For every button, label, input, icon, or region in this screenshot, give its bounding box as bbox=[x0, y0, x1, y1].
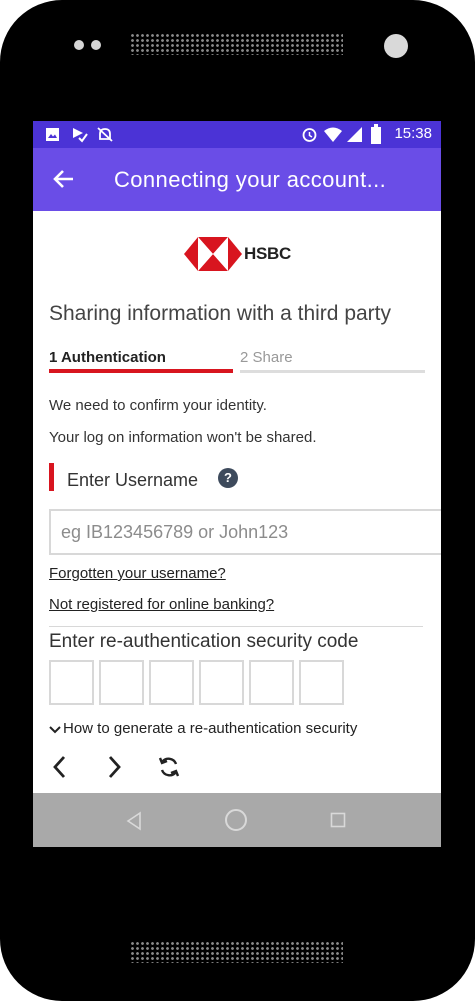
android-nav-bar bbox=[33, 793, 441, 847]
back-triangle-icon[interactable] bbox=[125, 811, 143, 831]
divider bbox=[49, 626, 423, 627]
download-done-icon bbox=[73, 128, 88, 143]
front-camera bbox=[384, 34, 408, 58]
security-code-box-6[interactable] bbox=[299, 660, 344, 705]
security-code-label: Enter re-authentication security code bbox=[49, 631, 359, 652]
not-registered-link[interactable]: Not registered for online banking? bbox=[49, 596, 274, 613]
notifications-off-icon bbox=[97, 127, 113, 142]
step-progress-inactive bbox=[240, 370, 425, 373]
step-progress-active bbox=[49, 369, 233, 373]
speaker-grille-bottom bbox=[130, 941, 343, 963]
app-bar: Connecting your account... bbox=[33, 148, 441, 211]
security-code-box-1[interactable] bbox=[49, 660, 94, 705]
wifi-icon bbox=[324, 127, 342, 142]
refresh-icon[interactable] bbox=[157, 754, 181, 780]
step-authentication: 1 Authentication bbox=[49, 349, 166, 366]
hsbc-hexagon-logo bbox=[184, 237, 242, 271]
sensor-dot bbox=[91, 40, 101, 50]
security-code-box-2[interactable] bbox=[99, 660, 144, 705]
recents-square-icon[interactable] bbox=[330, 812, 346, 828]
username-input[interactable] bbox=[49, 509, 441, 555]
battery-icon bbox=[371, 124, 381, 144]
chevron-left-icon[interactable] bbox=[49, 754, 71, 780]
alarm-icon bbox=[302, 128, 317, 142]
security-code-box-4[interactable] bbox=[199, 660, 244, 705]
screen: 15:38 Connecting your account... HSBC Sh… bbox=[33, 121, 441, 847]
signal-icon bbox=[347, 127, 362, 142]
chevron-down-icon bbox=[49, 725, 61, 733]
arrow-back-icon[interactable] bbox=[51, 166, 77, 192]
info-text-privacy: Your log on information won't be shared. bbox=[49, 429, 317, 446]
security-code-box-5[interactable] bbox=[249, 660, 294, 705]
sensor-dot bbox=[74, 40, 84, 50]
security-code-box-3[interactable] bbox=[149, 660, 194, 705]
home-circle-icon[interactable] bbox=[224, 808, 248, 832]
howto-text: How to generate a re-authentication secu… bbox=[63, 720, 358, 737]
help-icon[interactable]: ? bbox=[218, 468, 238, 488]
logo-text: HSBC bbox=[244, 244, 291, 263]
status-time: 15:38 bbox=[394, 125, 432, 142]
image-icon bbox=[46, 128, 59, 141]
phone-frame: 15:38 Connecting your account... HSBC Sh… bbox=[0, 0, 475, 1001]
step-share: 2 Share bbox=[240, 349, 293, 366]
info-text-identity: We need to confirm your identity. bbox=[49, 397, 267, 414]
required-marker bbox=[49, 463, 54, 491]
howto-expander[interactable]: How to generate a re-authentication secu… bbox=[49, 720, 357, 737]
speaker-grille-top bbox=[130, 33, 343, 55]
page-heading: Sharing information with a third party bbox=[49, 302, 391, 325]
username-label: Enter Username bbox=[67, 470, 199, 490]
app-bar-title: Connecting your account... bbox=[114, 167, 387, 192]
forgot-username-link[interactable]: Forgotten your username? bbox=[49, 565, 226, 582]
status-bar: 15:38 bbox=[33, 121, 441, 148]
chevron-right-icon[interactable] bbox=[103, 754, 125, 780]
